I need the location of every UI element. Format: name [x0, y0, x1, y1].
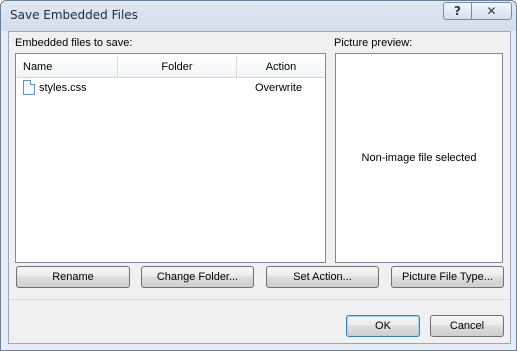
preview-message: Non-image file selected	[361, 152, 477, 164]
cancel-button[interactable]: Cancel	[430, 315, 504, 337]
file-name: styles.css	[39, 82, 87, 94]
dialog-window: Save Embedded Files ? ✕ Embedded files t…	[0, 0, 517, 351]
file-action: Overwrite	[255, 82, 303, 94]
set-action-button[interactable]: Set Action...	[266, 266, 379, 288]
close-icon: ✕	[486, 4, 497, 18]
list-item[interactable]: styles.css Overwrite	[17, 79, 325, 97]
picture-preview: Non-image file selected	[335, 53, 503, 263]
close-button[interactable]: ✕	[471, 2, 512, 20]
title-bar[interactable]: Save Embedded Files ? ✕	[1, 1, 516, 31]
preview-label: Picture preview:	[334, 37, 413, 49]
dialog-title: Save Embedded Files	[10, 8, 138, 22]
column-header-name[interactable]: Name	[17, 56, 118, 78]
dialog-body: Embedded files to save: Picture preview:…	[8, 31, 511, 344]
change-folder-button[interactable]: Change Folder...	[141, 266, 254, 288]
embedded-files-list[interactable]: Name Folder Action styles.css Overwrite	[15, 53, 326, 263]
file-icon	[23, 80, 35, 95]
ok-button[interactable]: OK	[346, 315, 420, 337]
divider	[9, 299, 510, 300]
files-label: Embedded files to save:	[15, 37, 133, 49]
help-button[interactable]: ?	[443, 2, 472, 20]
list-header: Name Folder Action	[17, 56, 325, 78]
rename-button[interactable]: Rename	[16, 266, 130, 288]
column-header-action[interactable]: Action	[237, 56, 325, 78]
column-header-folder[interactable]: Folder	[118, 56, 237, 78]
picture-file-type-button[interactable]: Picture File Type...	[391, 266, 504, 288]
help-icon: ?	[454, 4, 461, 18]
